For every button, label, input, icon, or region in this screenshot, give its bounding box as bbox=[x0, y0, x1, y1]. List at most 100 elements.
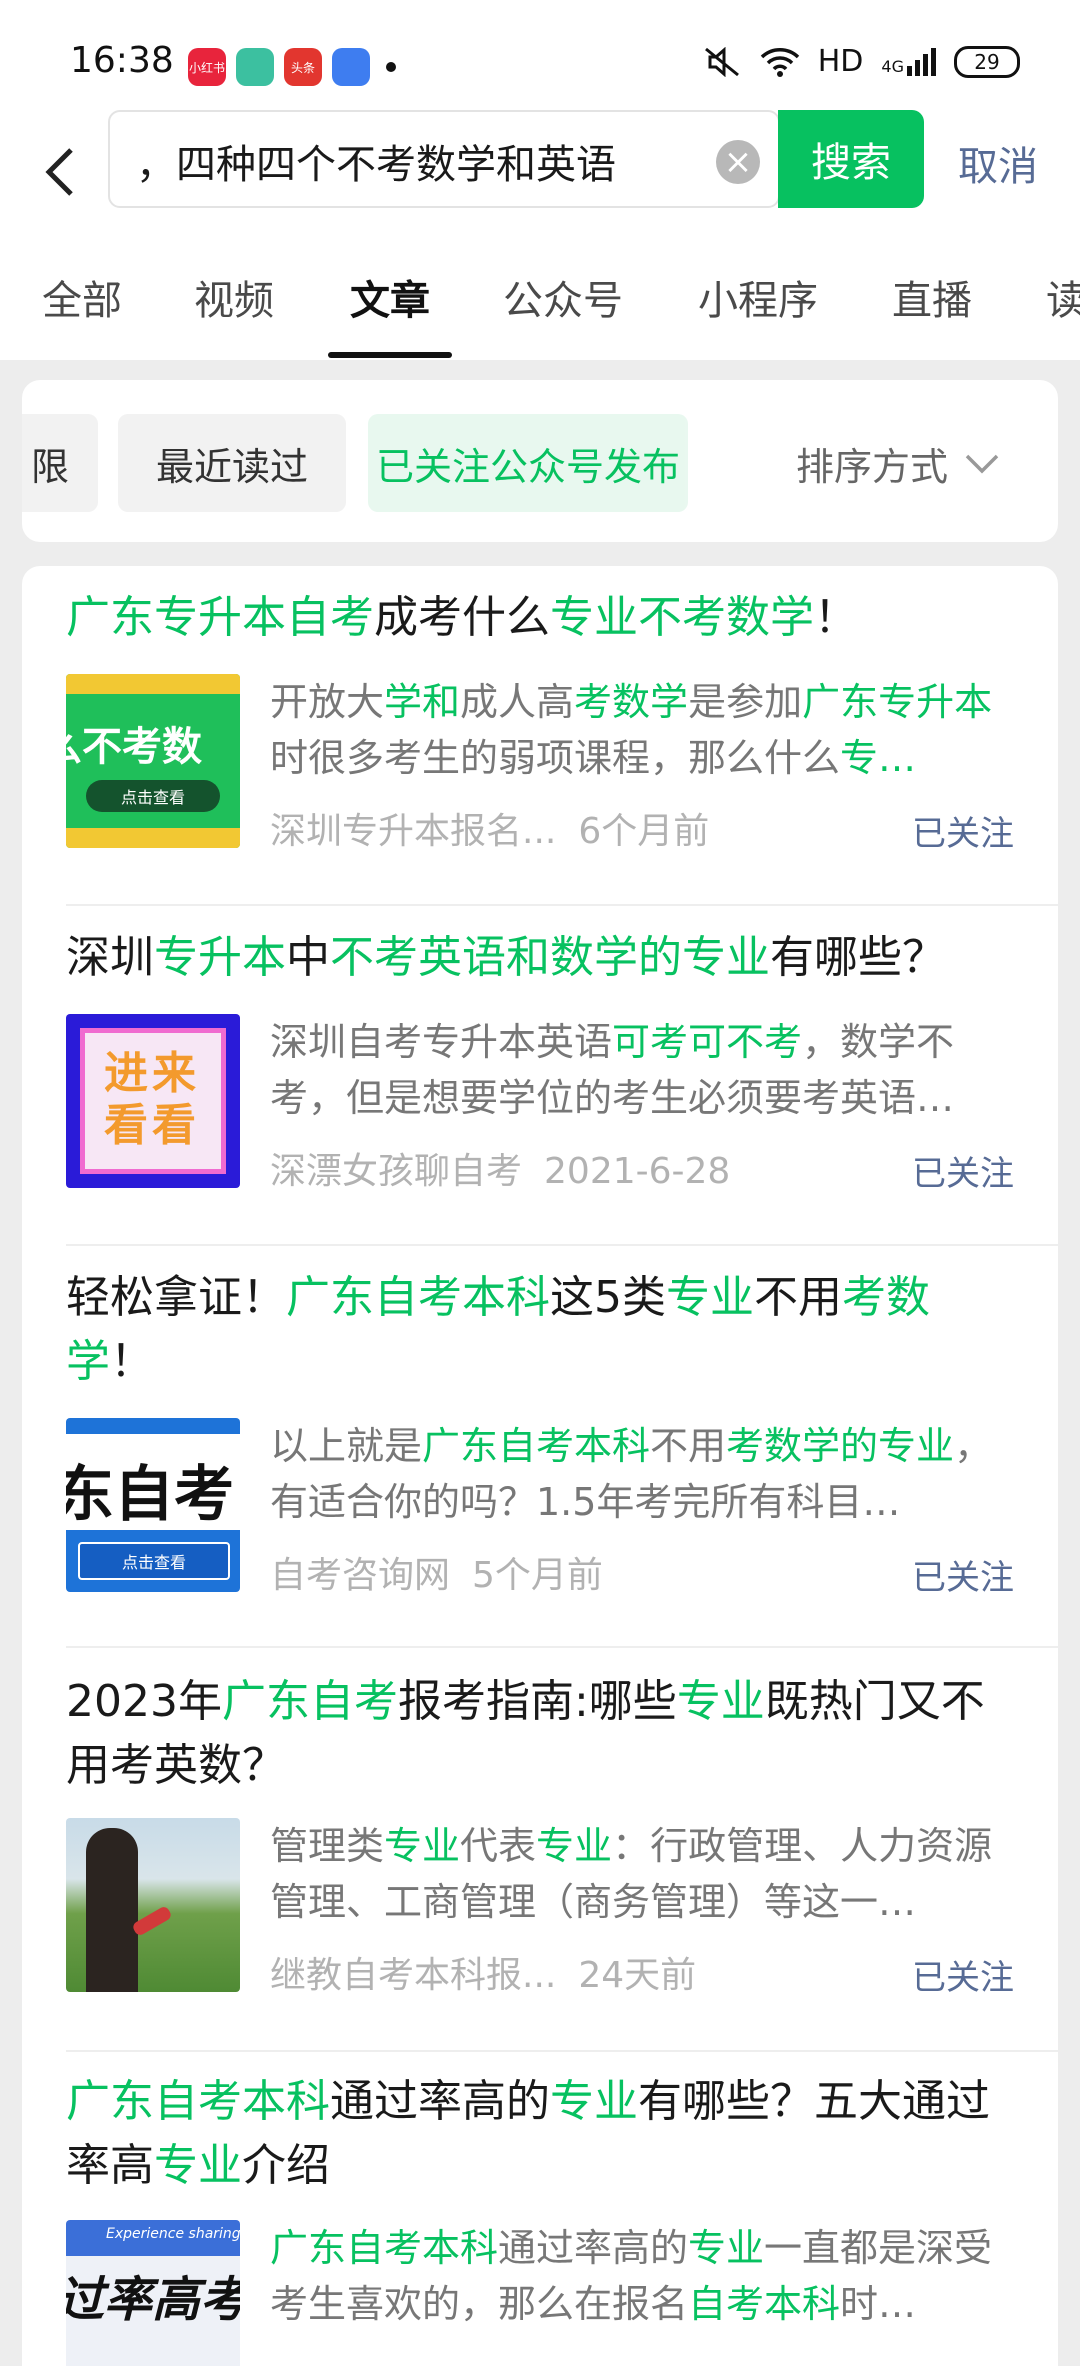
chevron-down-icon bbox=[965, 454, 999, 473]
highlight-text: 学和 bbox=[384, 680, 461, 724]
tab-articles[interactable]: 文章 bbox=[350, 268, 430, 326]
highlight-text: 专升本 bbox=[154, 932, 286, 983]
result-time: 6个月前 bbox=[578, 811, 710, 852]
result-thumbnail: 东自考 点击查看 bbox=[66, 1418, 240, 1592]
text-segment: 代表 bbox=[460, 1824, 537, 1868]
result-item[interactable]: 轻松拿证！广东自考本科这5类专业不用考数学！ 东自考 点击查看 以上就是广东自考… bbox=[66, 1266, 1014, 1626]
result-thumbnail: 么不考数 点击查看 bbox=[66, 674, 240, 848]
text-segment: 深圳自考专升本英语 bbox=[270, 1020, 613, 1064]
result-source[interactable]: 深漂女孩聊自考 bbox=[270, 1151, 522, 1192]
tab-all[interactable]: 全部 bbox=[42, 268, 122, 326]
filter-chip-recently-read[interactable]: 最近读过 bbox=[118, 414, 346, 512]
notification-icons: 小红书 头条 bbox=[188, 48, 396, 86]
text-segment: 不用 bbox=[650, 1424, 727, 1468]
result-item[interactable]: 2023年广东自考报考指南:哪些专业既热门又不用考英数？ 管理类专业代表专业：行… bbox=[66, 1670, 1014, 2030]
divider bbox=[66, 1646, 1058, 1648]
result-item[interactable]: 广东自考本科通过率高的专业有哪些？五大通过率高专业介绍 Experience s… bbox=[66, 2070, 1014, 2366]
text-segment: 时很多考生的弱项课程，那么什么 bbox=[270, 736, 841, 780]
clear-icon[interactable]: × bbox=[716, 140, 760, 184]
search-button[interactable]: 搜索 bbox=[778, 110, 924, 208]
result-time: 5个月前 bbox=[472, 1555, 603, 1596]
highlight-text: 自考本科 bbox=[688, 2282, 841, 2326]
result-meta: 继教自考本科报... 24天前 bbox=[270, 1946, 718, 1998]
result-meta: 深漂女孩聊自考 2021-6-28 bbox=[270, 1142, 752, 1194]
text-segment: 通过率高的 bbox=[498, 2226, 689, 2270]
chevron-left-icon bbox=[45, 148, 73, 196]
back-button[interactable] bbox=[30, 132, 90, 212]
result-snippet: 管理类专业代表专业：行政管理、人力资源管理、工商管理（商务管理）等这一… bbox=[270, 1818, 1014, 1930]
result-meta: 自考咨询网 5个月前 bbox=[270, 1546, 625, 1598]
followed-badge: 已关注 bbox=[912, 1154, 1014, 1194]
sort-dropdown[interactable]: 排序方式 bbox=[796, 436, 1000, 491]
search-input[interactable]: ，四种四个不考数学和英语 × bbox=[108, 110, 780, 208]
app-icon bbox=[236, 48, 274, 86]
cloud-app-icon bbox=[332, 48, 370, 86]
cancel-button[interactable]: 取消 bbox=[958, 134, 1038, 192]
text-segment: 这5类 bbox=[550, 1272, 666, 1323]
result-photo bbox=[66, 1818, 240, 1992]
highlight-text: 不考英语和数学的专业 bbox=[330, 932, 770, 983]
highlight-text: 专业 bbox=[154, 2140, 242, 2191]
result-thumbnail: 进来看看 bbox=[66, 1014, 240, 1188]
result-title: 深圳专升本中不考英语和数学的专业有哪些？ bbox=[66, 926, 1014, 990]
text-segment: 轻松拿证！ bbox=[66, 1272, 286, 1323]
text-segment: 以上就是 bbox=[270, 1424, 423, 1468]
result-title: 轻松拿证！广东自考本科这5类专业不用考数学！ bbox=[66, 1266, 1014, 1394]
result-source[interactable]: 深圳专升本报名... bbox=[270, 811, 556, 852]
highlight-text: 专业 bbox=[536, 1824, 613, 1868]
text-segment: 深圳 bbox=[66, 932, 154, 983]
highlight-text: 专业 bbox=[550, 2076, 638, 2127]
result-source[interactable]: 继教自考本科报... bbox=[270, 1955, 556, 1996]
search-results: 广东专升本自考成考什么专业不考数学！ 么不考数 点击查看 开放大学和成人高考数学… bbox=[22, 566, 1058, 2366]
highlight-text: 专业 bbox=[688, 2226, 765, 2270]
tab-reading[interactable]: 读 bbox=[1046, 268, 1080, 326]
text-segment: 2023年 bbox=[66, 1676, 222, 1727]
filter-chip-time-limit[interactable]: 限 bbox=[22, 414, 98, 512]
highlight-text: 广东自考本科 bbox=[286, 1272, 550, 1323]
text-segment: 成人高 bbox=[460, 680, 575, 724]
followed-badge: 已关注 bbox=[912, 814, 1014, 854]
result-source[interactable]: 自考咨询网 bbox=[270, 1555, 450, 1596]
result-snippet: 以上就是广东自考本科不用考数学的专业，有适合你的吗？1.5年考完所有科目… bbox=[270, 1418, 1014, 1530]
divider bbox=[66, 2050, 1058, 2052]
result-snippet: 开放大学和成人高考数学是参加广东专升本时很多考生的弱项课程，那么什么专… bbox=[270, 674, 1014, 786]
result-thumbnail: Experience sharing 过率高考 bbox=[66, 2220, 240, 2366]
search-query: ，四种四个不考数学和英语 bbox=[136, 142, 616, 188]
highlight-text: 广东专升本自考 bbox=[66, 592, 374, 643]
result-time: 24天前 bbox=[578, 1955, 697, 1996]
highlight-text: 专… bbox=[840, 736, 917, 780]
text-segment: 时… bbox=[840, 2282, 917, 2326]
mute-icon bbox=[704, 46, 739, 77]
tab-mini-programs[interactable]: 小程序 bbox=[698, 268, 818, 326]
tab-official-accounts[interactable]: 公众号 bbox=[503, 268, 623, 326]
divider bbox=[66, 1244, 1058, 1246]
highlight-text: 考数学的专业 bbox=[726, 1424, 955, 1468]
highlight-text: 专业 bbox=[666, 1272, 754, 1323]
wifi-icon bbox=[760, 47, 799, 77]
text-segment: 管理类 bbox=[270, 1824, 385, 1868]
highlight-text: 专业不考数学 bbox=[550, 592, 814, 643]
status-bar: 16:38 小红书 头条 HD 4G 29 bbox=[0, 0, 1080, 120]
text-segment: 有哪些？ bbox=[770, 932, 946, 983]
text-segment: 是参加 bbox=[688, 680, 803, 724]
tab-video[interactable]: 视频 bbox=[194, 268, 274, 326]
text-segment: 中 bbox=[286, 932, 330, 983]
result-time: 2021-6-28 bbox=[544, 1151, 731, 1192]
xiaohongshu-app-icon: 小红书 bbox=[188, 48, 226, 86]
highlight-text: 考数学 bbox=[574, 680, 689, 724]
filter-chip-followed-accounts[interactable]: 已关注公众号发布 bbox=[368, 414, 688, 512]
highlight-text: 广东自考本科 bbox=[422, 1424, 651, 1468]
result-snippet: 广东自考本科通过率高的专业一直都是深受考生喜欢的，那么在报名自考本科时… bbox=[270, 2220, 1014, 2332]
result-snippet: 深圳自考专升本英语可考可不考，数学不考，但是想要学位的考生必须要考英语… bbox=[270, 1014, 1014, 1126]
text-segment: 通过率高的 bbox=[330, 2076, 550, 2127]
filter-bar: 限 最近读过 已关注公众号发布 排序方式 bbox=[22, 380, 1058, 542]
text-segment: 介绍 bbox=[242, 2140, 330, 2191]
status-indicators: HD 4G 29 bbox=[702, 44, 1020, 79]
result-item[interactable]: 广东专升本自考成考什么专业不考数学！ 么不考数 点击查看 开放大学和成人高考数学… bbox=[66, 586, 1014, 886]
result-title: 广东专升本自考成考什么专业不考数学！ bbox=[66, 586, 1014, 650]
result-item[interactable]: 深圳专升本中不考英语和数学的专业有哪些？ 进来看看 深圳自考专升本英语可考可不考… bbox=[66, 926, 1014, 1226]
result-title: 广东自考本科通过率高的专业有哪些？五大通过率高专业介绍 bbox=[66, 2070, 1014, 2198]
tab-live[interactable]: 直播 bbox=[892, 268, 972, 326]
highlight-text: 广东自考本科 bbox=[66, 2076, 330, 2127]
highlight-text: 可考可不考 bbox=[612, 1020, 803, 1064]
